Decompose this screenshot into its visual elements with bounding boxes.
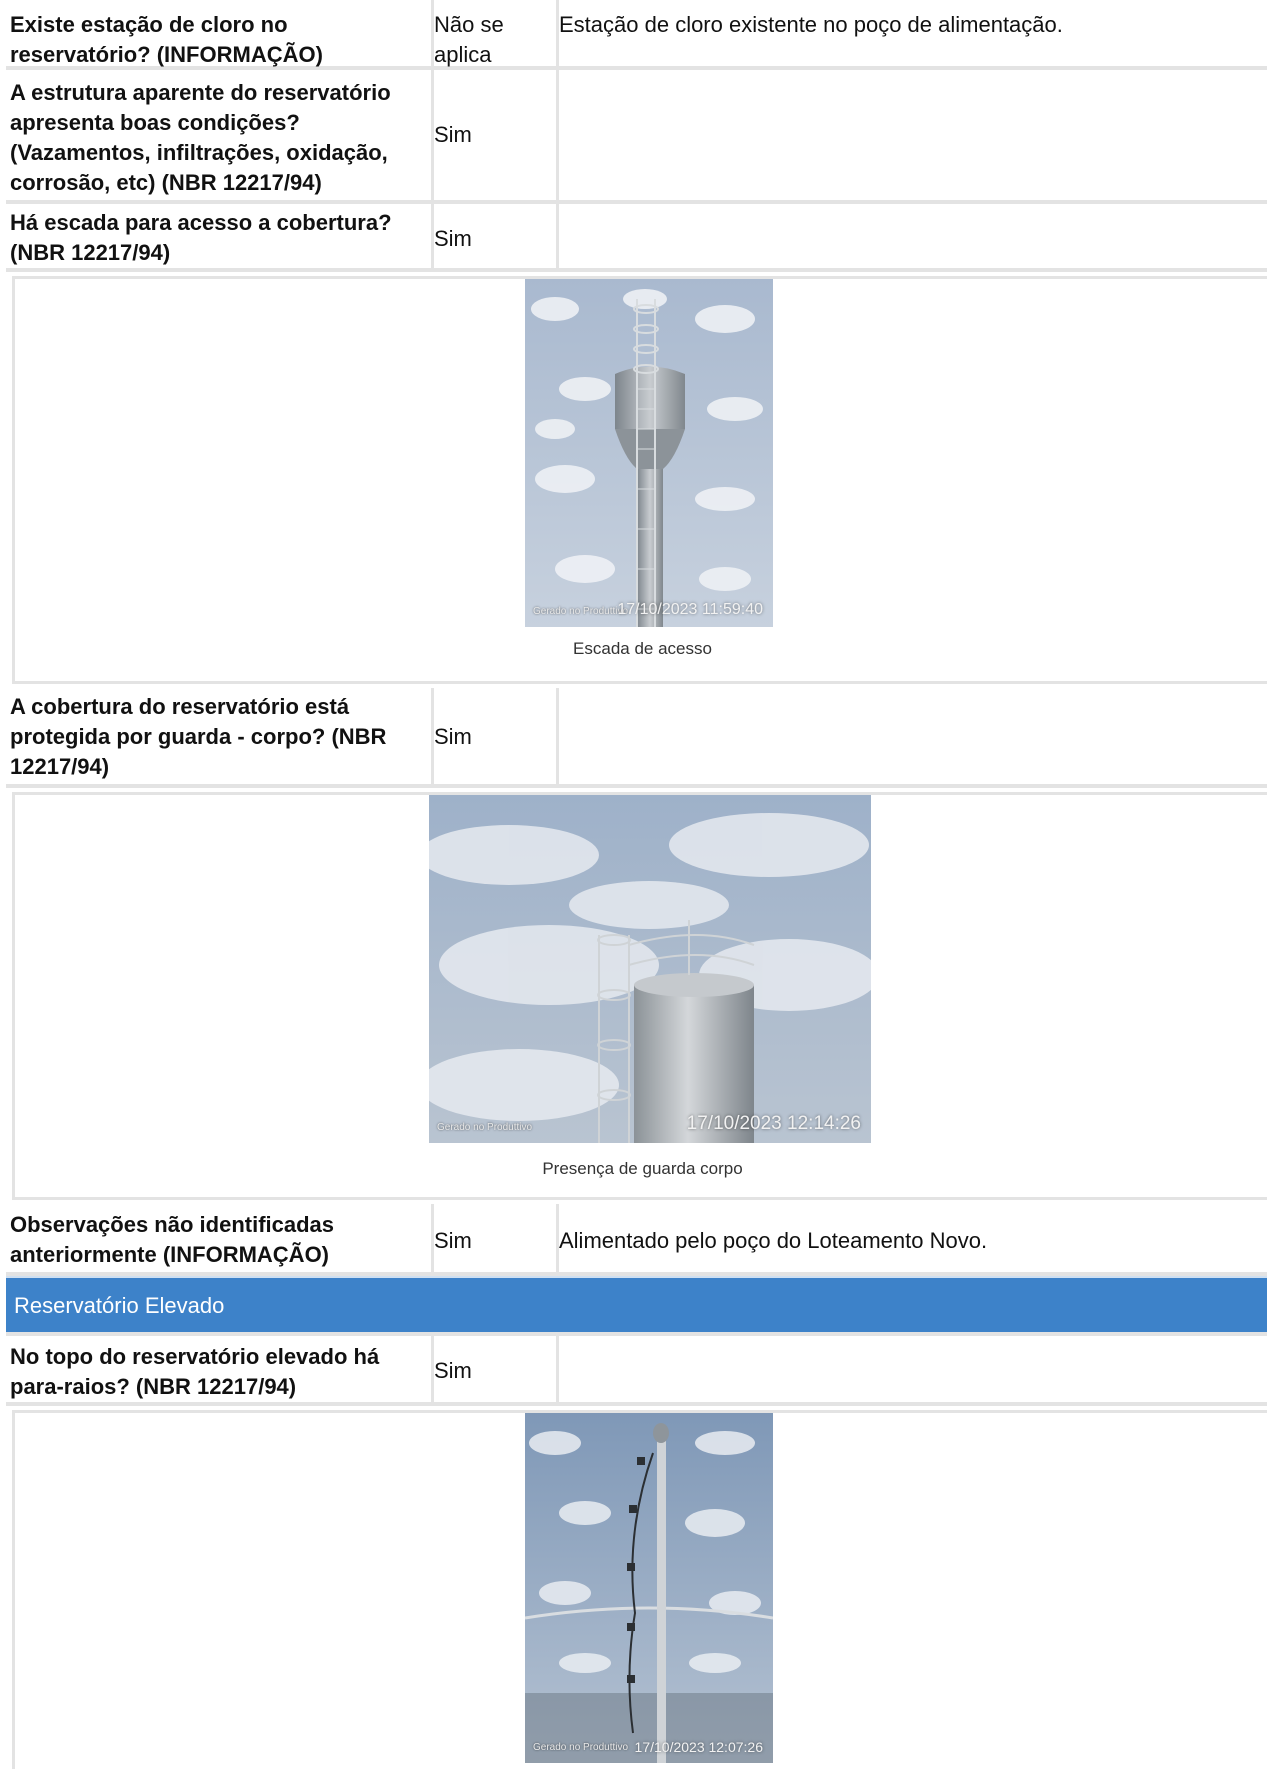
lightning-rod-photo: Gerado no Produttivo 17/10/2023 12:07:26	[525, 1413, 773, 1763]
photo-brand: Gerado no Produttivo	[437, 1122, 533, 1133]
question-text: Existe estação de cloro no reservatório?…	[10, 12, 323, 67]
guardrail-photo: Gerado no Produttivo 17/10/2023 12:14:26	[429, 795, 871, 1143]
photo-timestamp: 17/10/2023 12:14:26	[686, 1113, 861, 1134]
table-row: Existe estação de cloro no reservatório?…	[6, 0, 1267, 70]
answer-text: Sim	[434, 122, 472, 147]
answer-text: Não se aplica	[434, 12, 504, 67]
answer-text: Sim	[434, 1358, 472, 1383]
tower-ladder-image	[525, 279, 773, 627]
question-text: Observações não identificadas anteriorme…	[10, 1212, 335, 1267]
question-text: No topo do reservatório elevado há para-…	[10, 1344, 380, 1399]
comment-text: Alimentado pelo poço do Loteamento Novo.	[559, 1228, 988, 1253]
question-text: A estrutura aparente do reservatório apr…	[10, 80, 391, 195]
photo-caption: Escada de acesso	[573, 639, 712, 658]
table-row: Há escada para acesso a cobertura? (NBR …	[6, 204, 1267, 272]
table-row: Observações não identificadas anteriorme…	[6, 1204, 1267, 1276]
photo-timestamp: 17/10/2023 12:07:26	[634, 1739, 763, 1755]
photo-cell: Gerado no Produttivo 17/10/2023 12:14:26…	[12, 792, 1267, 1200]
question-text: A cobertura do reservatório está protegi…	[10, 694, 387, 779]
question-text: Há escada para acesso a cobertura? (NBR …	[10, 210, 392, 265]
answer-text: Sim	[434, 1228, 472, 1253]
photo-cell: Gerado no Produttivo 17/10/2023 11:59:40…	[12, 276, 1267, 684]
comment-text: Estação de cloro existente no poço de al…	[559, 12, 1063, 37]
photo-brand: Gerado no Produttivo	[533, 606, 629, 617]
answer-text: Sim	[434, 226, 472, 251]
table-row: A estrutura aparente do reservatório apr…	[6, 70, 1267, 204]
photo-caption: Presença de guarda corpo	[542, 1159, 743, 1178]
table-row: No topo do reservatório elevado há para-…	[6, 1336, 1267, 1406]
guardrail-image	[429, 795, 871, 1143]
photo-cell: Gerado no Produttivo 17/10/2023 12:07:26	[12, 1410, 1267, 1769]
photo-brand: Gerado no Produttivo	[533, 1742, 629, 1753]
section-header: Reservatório Elevado	[6, 1276, 1267, 1336]
tower-ladder-photo: Gerado no Produttivo 17/10/2023 11:59:40	[525, 279, 773, 627]
answer-text: Sim	[434, 724, 472, 749]
photo-timestamp: 17/10/2023 11:59:40	[617, 601, 763, 618]
lightning-rod-image	[525, 1413, 773, 1763]
checklist-page: Existe estação de cloro no reservatório?…	[6, 0, 1267, 1769]
section-title: Reservatório Elevado	[14, 1293, 225, 1318]
table-row: A cobertura do reservatório está protegi…	[6, 688, 1267, 788]
